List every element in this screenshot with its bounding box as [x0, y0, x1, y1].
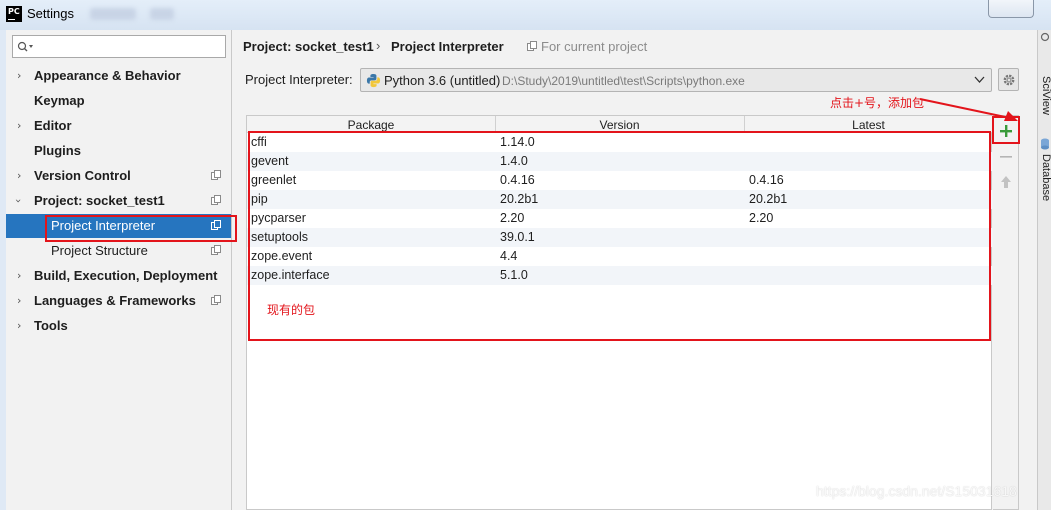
- project-scope-icon: [211, 195, 221, 205]
- sidebar-item-plugins[interactable]: Plugins: [6, 139, 231, 163]
- chevron-right-icon: ›: [17, 269, 22, 282]
- sidebar-item-editor[interactable]: › Editor: [6, 114, 231, 138]
- tool-tab-sciview[interactable]: SciView: [1038, 76, 1051, 115]
- title-bar: PC Settings: [0, 0, 1051, 30]
- chevron-right-icon: ›: [17, 69, 22, 82]
- sidebar-item-label: Project: socket_test1: [34, 193, 165, 208]
- search-icon: [17, 41, 33, 52]
- sidebar-item-project-structure[interactable]: Project Structure: [6, 239, 231, 263]
- sidebar-item-version-control[interactable]: › Version Control: [6, 164, 231, 188]
- sidebar-item-project[interactable]: › Project: socket_test1: [6, 189, 231, 213]
- project-scope-icon: [527, 41, 537, 51]
- interpreter-path: D:\Study\2019\untitled\test\Scripts\pyth…: [502, 74, 745, 88]
- sidebar-item-label: Version Control: [34, 168, 131, 183]
- sidebar-item-tools[interactable]: › Tools: [6, 314, 231, 338]
- interpreter-label: Project Interpreter:: [245, 72, 353, 87]
- sidebar-item-label: Plugins: [34, 143, 81, 158]
- upgrade-package-icon[interactable]: [998, 174, 1014, 190]
- interpreter-select[interactable]: Python 3.6 (untitled) D:\Study\2019\unti…: [360, 68, 992, 92]
- sidebar-item-label: Languages & Frameworks: [34, 293, 196, 308]
- tool-tab-database[interactable]: Database: [1038, 154, 1051, 201]
- sidebar-item-label: Appearance & Behavior: [34, 68, 181, 83]
- blurred-title-fragment: [90, 8, 136, 20]
- sidebar-item-languages-frameworks[interactable]: › Languages & Frameworks: [6, 289, 231, 313]
- column-header-version[interactable]: Version: [495, 118, 744, 132]
- package-toolbar: [993, 115, 1019, 510]
- project-scope-icon: [211, 170, 221, 180]
- chevron-right-icon: ›: [17, 319, 22, 332]
- window-close-button[interactable]: [988, 0, 1034, 18]
- sidebar-item-label: Project Structure: [51, 243, 148, 258]
- sidebar-item-appearance-behavior[interactable]: › Appearance & Behavior: [6, 64, 231, 88]
- gear-icon: [1003, 74, 1015, 86]
- python-icon: [366, 73, 381, 88]
- interpreter-settings-button[interactable]: [998, 68, 1019, 91]
- settings-dialog: › Appearance & Behavior Keymap › Editor …: [6, 30, 1037, 510]
- breadcrumb-separator: ›: [376, 38, 381, 53]
- pycharm-app-icon: PC: [6, 6, 22, 22]
- sidebar-item-build-execution-deployment[interactable]: › Build, Execution, Deployment: [6, 264, 231, 288]
- highlight-project-interpreter: [45, 215, 237, 242]
- window-title: Settings: [27, 6, 74, 21]
- sciview-icon: [1040, 32, 1050, 42]
- page-title: Project Interpreter: [391, 39, 504, 54]
- chevron-down-icon: [974, 76, 985, 83]
- tool-window-strip: SciView Database: [1037, 30, 1051, 510]
- add-package-hint: 点击+号，添加包: [830, 96, 925, 110]
- sidebar-item-label: Tools: [34, 318, 68, 333]
- remove-package-icon[interactable]: [998, 149, 1014, 165]
- settings-sidebar: › Appearance & Behavior Keymap › Editor …: [6, 30, 237, 510]
- database-icon: [1041, 138, 1049, 150]
- annotation-arrow: [919, 98, 1018, 121]
- chevron-right-icon: ›: [17, 119, 22, 132]
- column-header-package[interactable]: Package: [247, 118, 495, 132]
- chevron-down-icon: ›: [12, 198, 26, 204]
- chevron-right-icon: ›: [17, 169, 22, 182]
- chevron-right-icon: ›: [17, 294, 22, 307]
- breadcrumb-project: Project: socket_test1: [243, 39, 374, 54]
- settings-content: Project: socket_test1 › Project Interpre…: [233, 30, 1037, 510]
- sidebar-item-label: Keymap: [34, 93, 85, 108]
- interpreter-name: Python 3.6 (untitled): [384, 73, 501, 88]
- sidebar-item-keymap[interactable]: Keymap: [6, 89, 231, 113]
- project-scope-icon: [211, 295, 221, 305]
- project-scope-icon: [211, 245, 221, 255]
- highlight-package-list: [248, 131, 991, 341]
- blurred-title-fragment: [150, 8, 174, 20]
- sidebar-item-label: Editor: [34, 118, 72, 133]
- settings-search-input[interactable]: [12, 35, 226, 58]
- scope-note: For current project: [541, 39, 648, 54]
- watermark: https://blog.csdn.net/S15031618: [816, 483, 1017, 499]
- sidebar-item-label: Build, Execution, Deployment: [34, 268, 218, 283]
